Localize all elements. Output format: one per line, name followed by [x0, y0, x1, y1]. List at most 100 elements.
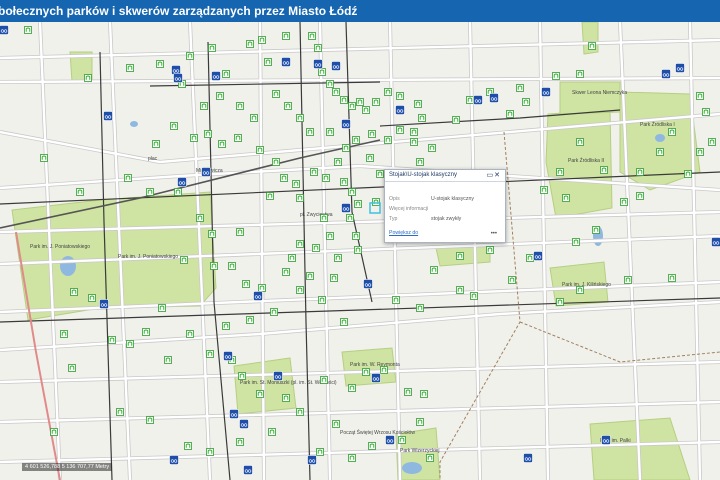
bike-rack-icon[interactable] — [124, 174, 132, 182]
bike-rack-icon[interactable] — [174, 188, 182, 196]
bike-rack-icon[interactable] — [190, 134, 198, 142]
bike-rack-icon[interactable] — [576, 286, 584, 294]
bike-rack-icon[interactable] — [320, 376, 328, 384]
bike-rack-icon[interactable] — [268, 428, 276, 436]
bike-rack-icon[interactable] — [266, 192, 274, 200]
bike-rack-icon[interactable] — [296, 408, 304, 416]
bike-station-icon[interactable] — [211, 71, 221, 81]
bike-station-icon[interactable] — [229, 409, 239, 419]
bike-rack-icon[interactable] — [186, 330, 194, 338]
bike-rack-icon[interactable] — [282, 394, 290, 402]
bike-rack-icon[interactable] — [296, 286, 304, 294]
bike-rack-icon[interactable] — [152, 140, 160, 148]
bike-rack-icon[interactable] — [348, 454, 356, 462]
bike-rack-icon[interactable] — [40, 154, 48, 162]
bike-rack-icon[interactable] — [410, 128, 418, 136]
bike-rack-icon[interactable] — [218, 140, 226, 148]
bike-rack-icon[interactable] — [222, 322, 230, 330]
bike-rack-icon[interactable] — [362, 106, 370, 114]
bike-station-icon[interactable] — [371, 373, 381, 383]
bike-station-icon[interactable] — [273, 371, 283, 381]
bike-rack-icon[interactable] — [326, 80, 334, 88]
bike-station-icon[interactable] — [395, 105, 405, 115]
bike-rack-icon[interactable] — [206, 350, 214, 358]
bike-rack-icon[interactable] — [282, 268, 290, 276]
bike-rack-icon[interactable] — [384, 136, 392, 144]
bike-rack-icon[interactable] — [354, 246, 362, 254]
bike-rack-icon[interactable] — [256, 146, 264, 154]
bike-rack-icon[interactable] — [296, 194, 304, 202]
bike-rack-icon[interactable] — [362, 368, 370, 376]
bike-rack-icon[interactable] — [234, 134, 242, 142]
bike-rack-icon[interactable] — [238, 372, 246, 380]
bike-rack-icon[interactable] — [196, 214, 204, 222]
bike-rack-icon[interactable] — [222, 70, 230, 78]
bike-rack-icon[interactable] — [352, 136, 360, 144]
bike-rack-icon[interactable] — [348, 384, 356, 392]
bike-rack-icon[interactable] — [332, 420, 340, 428]
bike-rack-icon[interactable] — [326, 232, 334, 240]
bike-rack-icon[interactable] — [170, 122, 178, 130]
bike-rack-icon[interactable] — [702, 108, 710, 116]
bike-rack-icon[interactable] — [296, 240, 304, 248]
bike-station-icon[interactable] — [675, 63, 685, 73]
bike-rack-icon[interactable] — [556, 298, 564, 306]
bike-rack-icon[interactable] — [70, 288, 78, 296]
bike-rack-icon[interactable] — [556, 168, 564, 176]
bike-rack-icon[interactable] — [116, 408, 124, 416]
bike-rack-icon[interactable] — [146, 416, 154, 424]
bike-rack-icon[interactable] — [416, 158, 424, 166]
bike-rack-icon[interactable] — [696, 148, 704, 156]
bike-rack-icon[interactable] — [414, 100, 422, 108]
bike-station-icon[interactable] — [541, 87, 551, 97]
bike-rack-icon[interactable] — [108, 336, 116, 344]
bike-rack-icon[interactable] — [334, 158, 342, 166]
bike-rack-icon[interactable] — [246, 316, 254, 324]
bike-station-icon[interactable] — [601, 435, 611, 445]
bike-rack-icon[interactable] — [158, 304, 166, 312]
bike-rack-icon[interactable] — [256, 390, 264, 398]
bike-rack-icon[interactable] — [396, 126, 404, 134]
bike-rack-icon[interactable] — [306, 128, 314, 136]
bike-rack-icon[interactable] — [668, 274, 676, 282]
bike-station-icon[interactable] — [661, 69, 671, 79]
bike-rack-icon[interactable] — [312, 244, 320, 252]
popup-controls[interactable]: ▭✕ — [487, 170, 501, 181]
bike-rack-icon[interactable] — [264, 58, 272, 66]
bike-rack-icon[interactable] — [284, 102, 292, 110]
bike-rack-icon[interactable] — [572, 238, 580, 246]
bike-station-icon[interactable] — [533, 251, 543, 261]
bike-rack-icon[interactable] — [456, 286, 464, 294]
bike-rack-icon[interactable] — [668, 128, 676, 136]
bike-rack-icon[interactable] — [348, 102, 356, 110]
bike-rack-icon[interactable] — [164, 356, 172, 364]
bike-rack-icon[interactable] — [236, 438, 244, 446]
bike-rack-icon[interactable] — [416, 304, 424, 312]
bike-rack-icon[interactable] — [24, 26, 32, 34]
bike-rack-icon[interactable] — [624, 276, 632, 284]
bike-rack-icon[interactable] — [576, 138, 584, 146]
bike-rack-icon[interactable] — [418, 114, 426, 122]
map-canvas[interactable]: Park im. J. Poniatowskiego Park im. J. P… — [0, 22, 720, 480]
popup-more-menu[interactable]: ••• — [491, 231, 497, 237]
bike-station-icon[interactable] — [307, 455, 317, 465]
bike-rack-icon[interactable] — [416, 418, 424, 426]
bike-station-icon[interactable] — [171, 65, 181, 75]
bike-rack-icon[interactable] — [68, 364, 76, 372]
bike-rack-icon[interactable] — [346, 214, 354, 222]
bike-rack-icon[interactable] — [352, 232, 360, 240]
bike-rack-icon[interactable] — [340, 96, 348, 104]
bike-station-icon[interactable] — [177, 177, 187, 187]
bike-rack-icon[interactable] — [258, 36, 266, 44]
bike-station-icon[interactable] — [99, 299, 109, 309]
bike-rack-icon[interactable] — [334, 254, 342, 262]
bike-rack-icon[interactable] — [318, 68, 326, 76]
bike-rack-icon[interactable] — [236, 228, 244, 236]
bike-rack-icon[interactable] — [270, 308, 278, 316]
bike-rack-icon[interactable] — [280, 174, 288, 182]
bike-rack-icon[interactable] — [84, 74, 92, 82]
bike-rack-icon[interactable] — [562, 194, 570, 202]
bike-rack-icon[interactable] — [592, 226, 600, 234]
bike-station-icon[interactable] — [523, 453, 533, 463]
bike-rack-icon[interactable] — [392, 296, 400, 304]
